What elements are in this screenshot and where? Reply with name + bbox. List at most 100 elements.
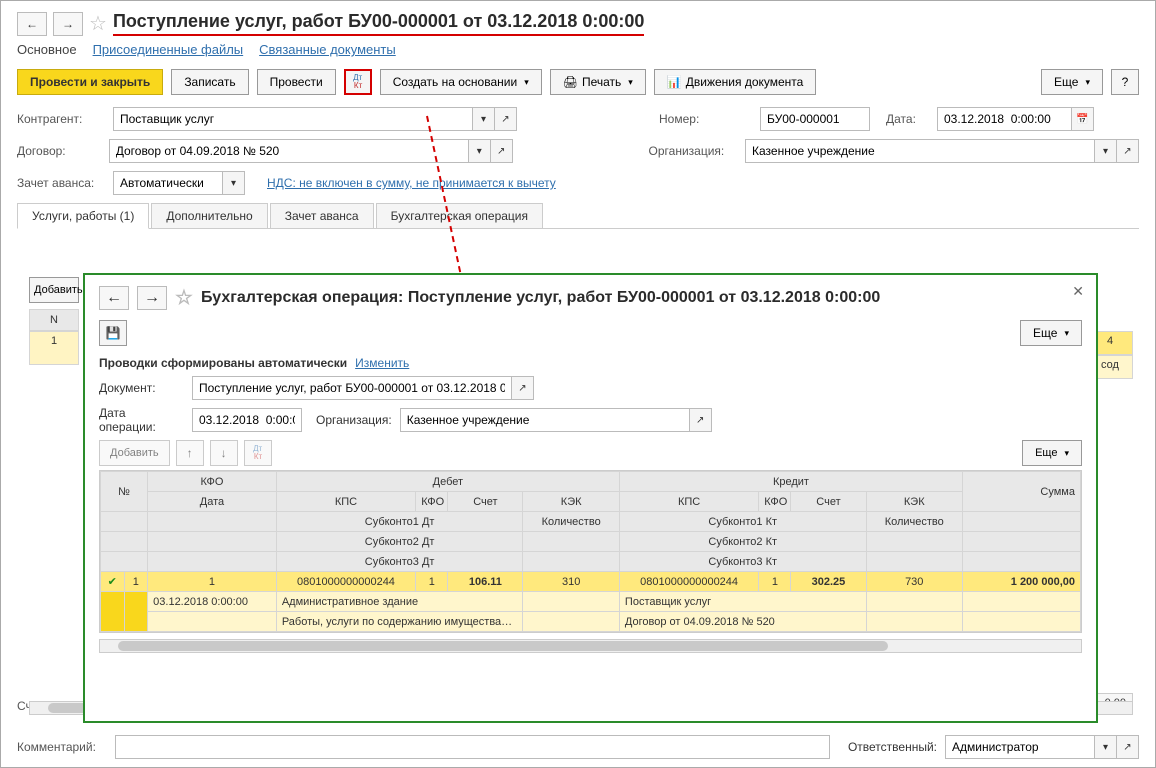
close-icon[interactable]: ✕ [1072,283,1084,300]
link-attached-files[interactable]: Присоединенные файлы [93,42,244,57]
write-button[interactable]: Записать [171,69,248,95]
post-and-close-button[interactable]: Провести и закрыть [17,69,163,95]
col-sub3d: Субконто3 Дт [276,552,523,572]
nav-back-button[interactable]: ← [17,12,47,36]
move-up-button: ↑ [176,440,204,466]
add-row-button[interactable]: Добавить [29,277,79,303]
number-input[interactable] [760,107,870,131]
open-ref-icon[interactable]: ↗ [1117,139,1139,163]
advance-mode-input[interactable] [113,171,223,195]
tab-services[interactable]: Услуги, работы (1) [17,203,149,229]
doc-input[interactable] [192,376,512,400]
create-based-on-button[interactable]: Создать на основании [380,69,542,95]
date-input[interactable] [937,107,1072,131]
dtkt-icon-button: ДтКт [244,440,272,466]
counterparty-label: Контрагент: [17,112,107,126]
dtkt-icon: ДтКт [353,74,362,90]
page-title: Поступление услуг, работ БУ00-000001 от … [113,11,644,36]
save-button[interactable]: 💾 [99,320,127,346]
scroll-thumb[interactable] [118,641,888,651]
favorite-star-icon[interactable]: ☆ [89,11,107,36]
col-qty: Количество [523,512,620,532]
col-kek: КЭК [866,492,963,512]
opdate-input[interactable] [192,408,302,432]
print-button[interactable]: 🖨 Печать [550,69,646,95]
col-sub1d: Субконто1 Дт [276,512,523,532]
more-button[interactable]: Еще [1022,440,1082,466]
nav-back-button[interactable]: ← [99,286,129,310]
date-label: Дата: [886,112,931,126]
col-n: № [101,472,148,512]
dropdown-icon[interactable]: ▾ [1095,735,1117,759]
calendar-icon[interactable]: 📅 [1072,107,1094,131]
more-button[interactable]: Еще [1041,69,1103,95]
popup-org-input[interactable] [400,408,690,432]
nav-forward-button[interactable]: → [53,12,83,36]
help-button[interactable]: ? [1111,69,1139,95]
doc-movements-button[interactable]: 📊 Движения документа [654,69,817,95]
advance-label: Зачет аванса: [17,176,107,190]
cell-d-sub2: Работы, услуги по содержанию имущества… [276,612,523,632]
popup-title: Бухгалтерская операция: Поступление услу… [201,289,880,307]
popup-org-label: Организация: [316,413,392,427]
counterparty-input[interactable] [113,107,473,131]
row-number: 1 [29,331,79,365]
col-sub1k: Субконто1 Кт [619,512,866,532]
post-button[interactable]: Провести [257,69,336,95]
col-acc: Счет [791,492,866,512]
cell-d-sub1: Административное здание [276,592,523,612]
cell-kfo: 1 [148,572,277,592]
dropdown-icon[interactable]: ▾ [469,139,491,163]
auto-entries-label: Проводки сформированы автоматически [99,356,347,370]
col-date: Дата [148,492,277,512]
add-entry-button: Добавить [99,440,170,466]
favorite-star-icon[interactable]: ☆ [175,285,193,310]
cell-k-sub1: Поставщик услуг [619,592,866,612]
change-link[interactable]: Изменить [355,356,409,370]
tab-main[interactable]: Основное [17,42,77,57]
check-icon: ✔ [101,572,125,592]
cell-d-kps: 0801000000000244 [276,572,415,592]
contract-input[interactable] [109,139,469,163]
col-kfo2: КФО [416,492,448,512]
open-ref-icon[interactable]: ↗ [1117,735,1139,759]
org-label: Организация: [649,144,739,158]
tab-buh[interactable]: Бухгалтерская операция [376,203,543,228]
dropdown-icon[interactable]: ▾ [223,171,245,195]
comment-label: Комментарий: [17,740,107,754]
cell-n: 1 [124,572,148,592]
number-label: Номер: [659,112,754,126]
cell-date: 03.12.2018 0:00:00 [148,592,277,612]
open-ref-icon[interactable]: ↗ [491,139,513,163]
horizontal-scrollbar[interactable] [99,639,1082,653]
org-input[interactable] [745,139,1095,163]
tab-advance[interactable]: Зачет аванса [270,203,374,228]
nav-forward-button[interactable]: → [137,286,167,310]
cell-k-kek: 730 [866,572,963,592]
col-qty: Количество [866,512,963,532]
col-kps: КПС [619,492,758,512]
entries-grid[interactable]: № КФО Дебет Кредит Сумма Дата КПС КФО Сч… [99,470,1082,633]
resp-label: Ответственный: [848,740,937,754]
vat-link[interactable]: НДС: не включен в сумму, не принимается … [267,176,556,190]
col-sub2d: Субконто2 Дт [276,532,523,552]
link-related-docs[interactable]: Связанные документы [259,42,396,57]
tab-extra[interactable]: Дополнительно [151,203,267,228]
cell-d-acc: 106.11 [448,572,523,592]
dropdown-icon[interactable]: ▾ [473,107,495,131]
resp-input[interactable] [945,735,1095,759]
col-debit: Дебет [276,472,619,492]
comment-input[interactable] [115,735,830,759]
dtkt-button[interactable]: ДтКт [344,69,372,95]
opdate-label: Дата операции: [99,406,184,434]
col-kfo3: КФО [759,492,791,512]
more-button[interactable]: Еще [1020,320,1082,346]
col-kfo: КФО [148,472,277,492]
open-ref-icon[interactable]: ↗ [495,107,517,131]
open-ref-icon[interactable]: ↗ [512,376,534,400]
col-sub3k: Субконто3 Кт [619,552,866,572]
cell-k-kps: 0801000000000244 [619,572,758,592]
dropdown-icon[interactable]: ▾ [1095,139,1117,163]
open-ref-icon[interactable]: ↗ [690,408,712,432]
col-kek: КЭК [523,492,620,512]
